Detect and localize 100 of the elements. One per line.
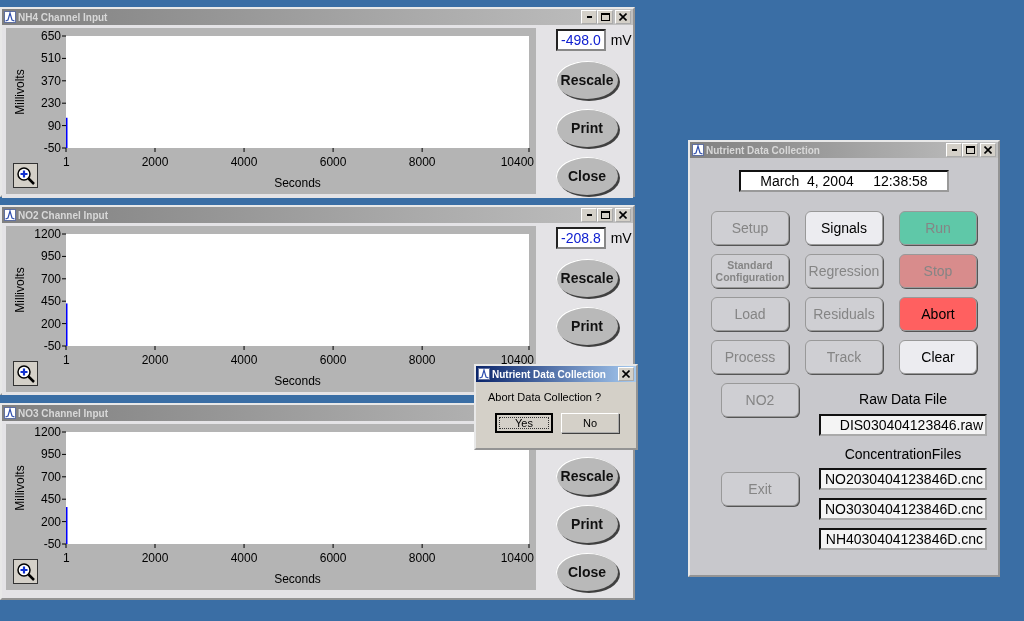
maximize-button[interactable] <box>962 143 978 157</box>
oval-button[interactable]: Close <box>556 553 618 591</box>
x-tick-label: 2000 <box>141 353 169 367</box>
y-tick-label: 450 <box>40 294 61 309</box>
y-tick-label: 450 <box>40 492 61 507</box>
x-tick-label: 4000 <box>230 353 258 367</box>
y-tick-label: 700 <box>40 271 61 286</box>
x-tick-label: 8000 <box>408 155 436 169</box>
x-tick-label: 10400 <box>500 551 534 565</box>
app-icon <box>4 407 16 419</box>
field-label: Raw Data File <box>859 391 947 407</box>
zoom-in-button[interactable] <box>13 559 38 584</box>
y-axis-title: Millivolts <box>13 69 27 115</box>
minimize-button[interactable] <box>946 143 962 157</box>
zoom-in-button[interactable] <box>13 361 38 386</box>
zoom-in-button[interactable] <box>13 163 38 188</box>
y-tick-label: 700 <box>40 469 61 484</box>
y-tick-label: 90 <box>47 118 61 133</box>
x-tick-label: 1 <box>63 353 70 367</box>
file-name-field: NO2030404123846D.cnc <box>819 468 987 490</box>
file-name-field: DIS030404123846.raw <box>819 414 987 436</box>
x-tick-label: 2000 <box>141 551 169 565</box>
dialog-button[interactable]: No <box>561 413 619 433</box>
y-tick-label: 200 <box>40 316 61 331</box>
x-tick-label: 1 <box>63 155 70 169</box>
x-tick-label: 8000 <box>408 551 436 565</box>
oval-button[interactable]: Rescale <box>556 259 618 297</box>
dialog-message: Abort Data Collection ? <box>488 391 603 403</box>
maximize-icon <box>600 13 610 21</box>
y-tick-label: 1200 <box>34 227 61 241</box>
x-tick-label: 4000 <box>230 155 258 169</box>
y-tick-label: 200 <box>40 514 61 529</box>
maximize-icon <box>965 146 975 154</box>
y-tick-label: 230 <box>40 96 61 111</box>
x-tick-label: 10400 <box>500 155 534 169</box>
y-axis-title: Millivolts <box>13 465 27 511</box>
minimize-button[interactable] <box>581 208 597 222</box>
y-tick-label: 950 <box>40 249 61 264</box>
field-label: ConcentrationFiles <box>844 446 962 462</box>
unit-label: mV <box>610 32 632 48</box>
maximize-button[interactable] <box>597 10 613 24</box>
window-title: NO2 Channel Input <box>18 209 109 221</box>
unit-label: mV <box>610 230 632 246</box>
command-button[interactable]: Abort <box>899 297 977 331</box>
file-name-field: NO3030404123846D.cnc <box>819 498 987 520</box>
window-title: NO3 Channel Input <box>18 407 109 419</box>
x-tick-label: 8000 <box>408 353 436 367</box>
close-icon <box>619 211 627 219</box>
reading-field: -208.8 <box>556 227 606 249</box>
close-icon <box>622 370 630 378</box>
close-button[interactable] <box>618 367 634 381</box>
window-title: NH4 Channel Input <box>18 11 109 23</box>
x-tick-label: 1 <box>63 551 70 565</box>
close-button[interactable] <box>980 143 996 157</box>
x-tick-label: 10400 <box>500 353 534 367</box>
reading-field: -498.0 <box>556 29 606 51</box>
close-icon <box>984 146 992 154</box>
y-tick-label: 370 <box>40 73 61 88</box>
app-icon <box>4 11 16 23</box>
dialog-button[interactable]: Yes <box>495 413 553 433</box>
x-axis-title: Seconds <box>274 176 321 190</box>
file-name-field: NH4030404123846D.cnc <box>819 528 987 550</box>
minimize-button[interactable] <box>581 10 597 24</box>
y-tick-label: 510 <box>40 51 61 66</box>
app-icon <box>478 368 490 380</box>
x-tick-label: 2000 <box>141 155 169 169</box>
maximize-icon <box>600 211 610 219</box>
window-title: Nutrient Data Collection <box>706 144 821 156</box>
oval-button[interactable]: Close <box>556 157 618 195</box>
y-axis-title: Millivolts <box>13 267 27 313</box>
y-tick-label: -50 <box>43 141 61 155</box>
x-tick-label: 6000 <box>319 155 347 169</box>
y-tick-label: 1200 <box>34 425 61 439</box>
app-icon <box>4 209 16 221</box>
oval-button[interactable]: Rescale <box>556 61 618 99</box>
window-title: Nutrient Data Collection <box>492 368 607 380</box>
y-tick-label: 650 <box>40 29 61 43</box>
oval-button[interactable]: Print <box>556 307 618 345</box>
close-button[interactable] <box>615 208 631 222</box>
oval-button[interactable]: Rescale <box>556 457 618 495</box>
close-button[interactable] <box>615 10 631 24</box>
y-tick-label: 950 <box>40 447 61 462</box>
oval-button[interactable]: Print <box>556 505 618 543</box>
x-axis-title: Seconds <box>274 374 321 388</box>
x-axis-title: Seconds <box>274 572 321 586</box>
x-tick-label: 4000 <box>230 551 258 565</box>
minimize-icon <box>586 16 592 18</box>
x-tick-label: 6000 <box>319 353 347 367</box>
date-time-field: March 4, 2004 12:38:58 <box>739 170 949 192</box>
maximize-button[interactable] <box>597 208 613 222</box>
close-icon <box>619 13 627 21</box>
x-tick-label: 6000 <box>319 551 347 565</box>
y-tick-label: -50 <box>43 339 61 353</box>
command-button[interactable]: Signals <box>805 211 883 245</box>
app-icon <box>692 144 704 156</box>
oval-button[interactable]: Print <box>556 109 618 147</box>
minimize-icon <box>951 149 957 151</box>
command-button[interactable]: Clear <box>899 340 977 374</box>
y-tick-label: -50 <box>43 537 61 551</box>
minimize-icon <box>586 214 592 216</box>
